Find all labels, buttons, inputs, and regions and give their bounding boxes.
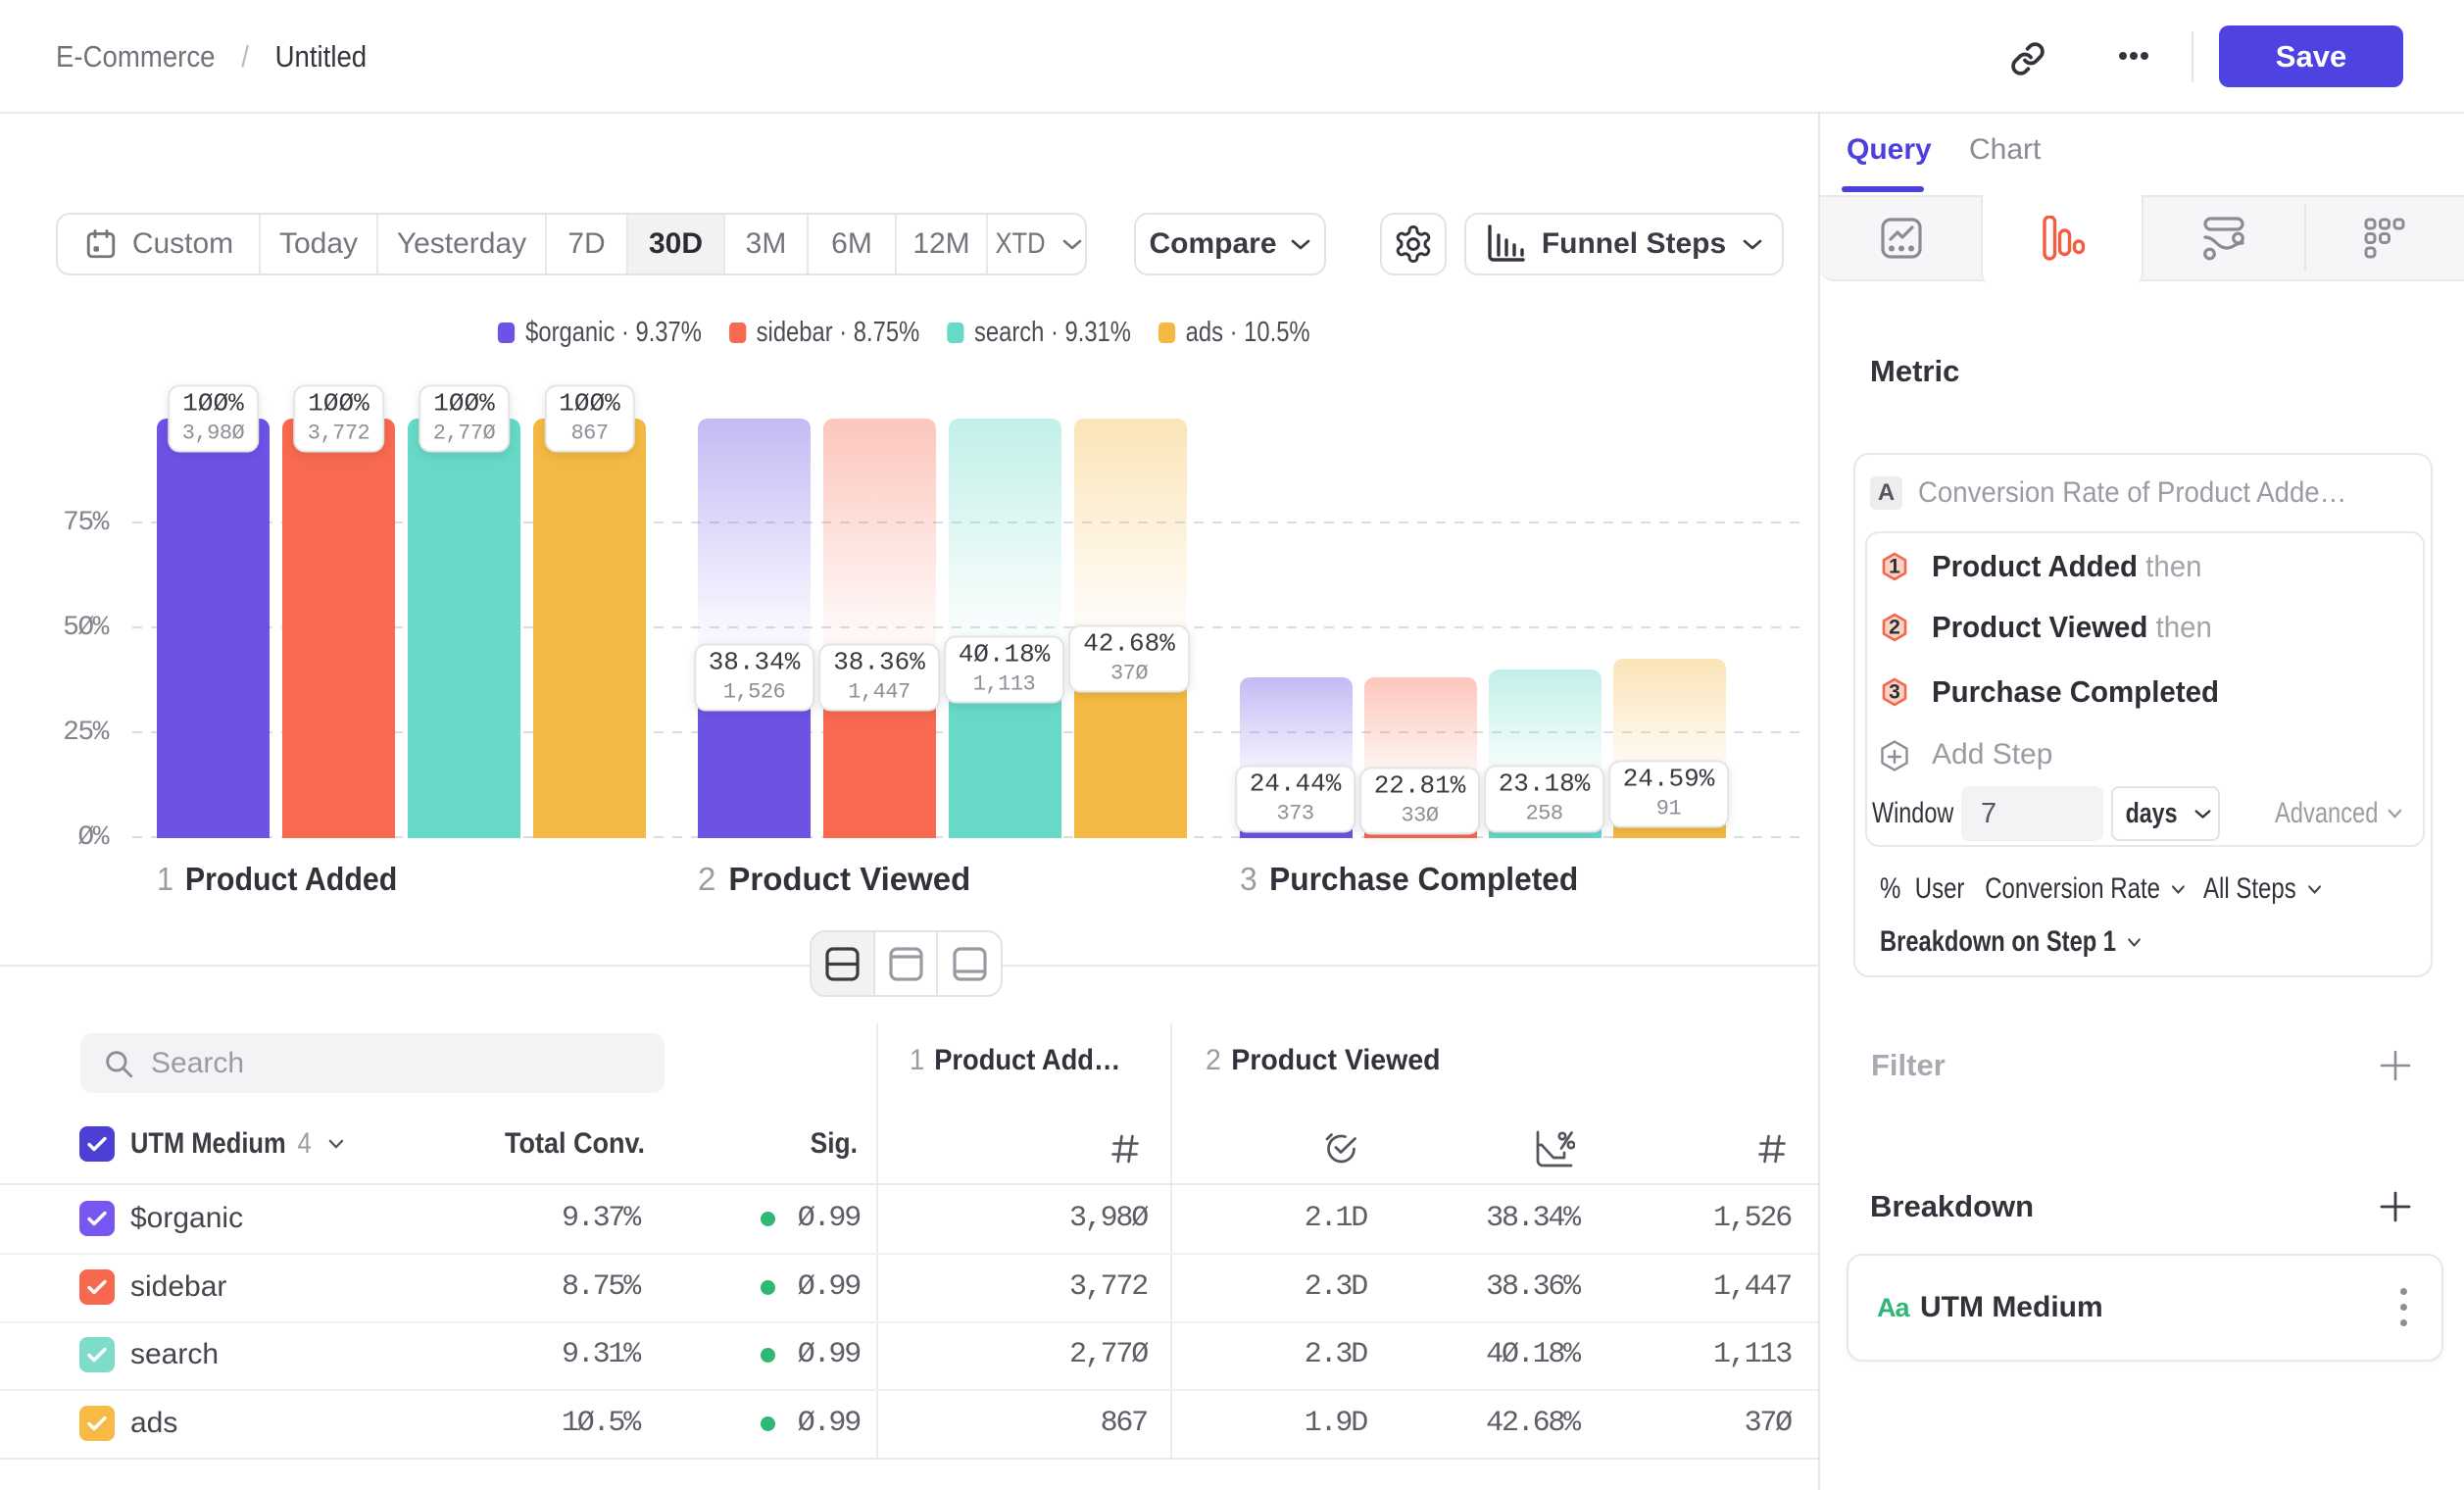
svg-text:3: 3 [1889, 681, 1900, 704]
svg-text:1: 1 [1889, 556, 1900, 578]
svg-text:2: 2 [1889, 617, 1900, 639]
